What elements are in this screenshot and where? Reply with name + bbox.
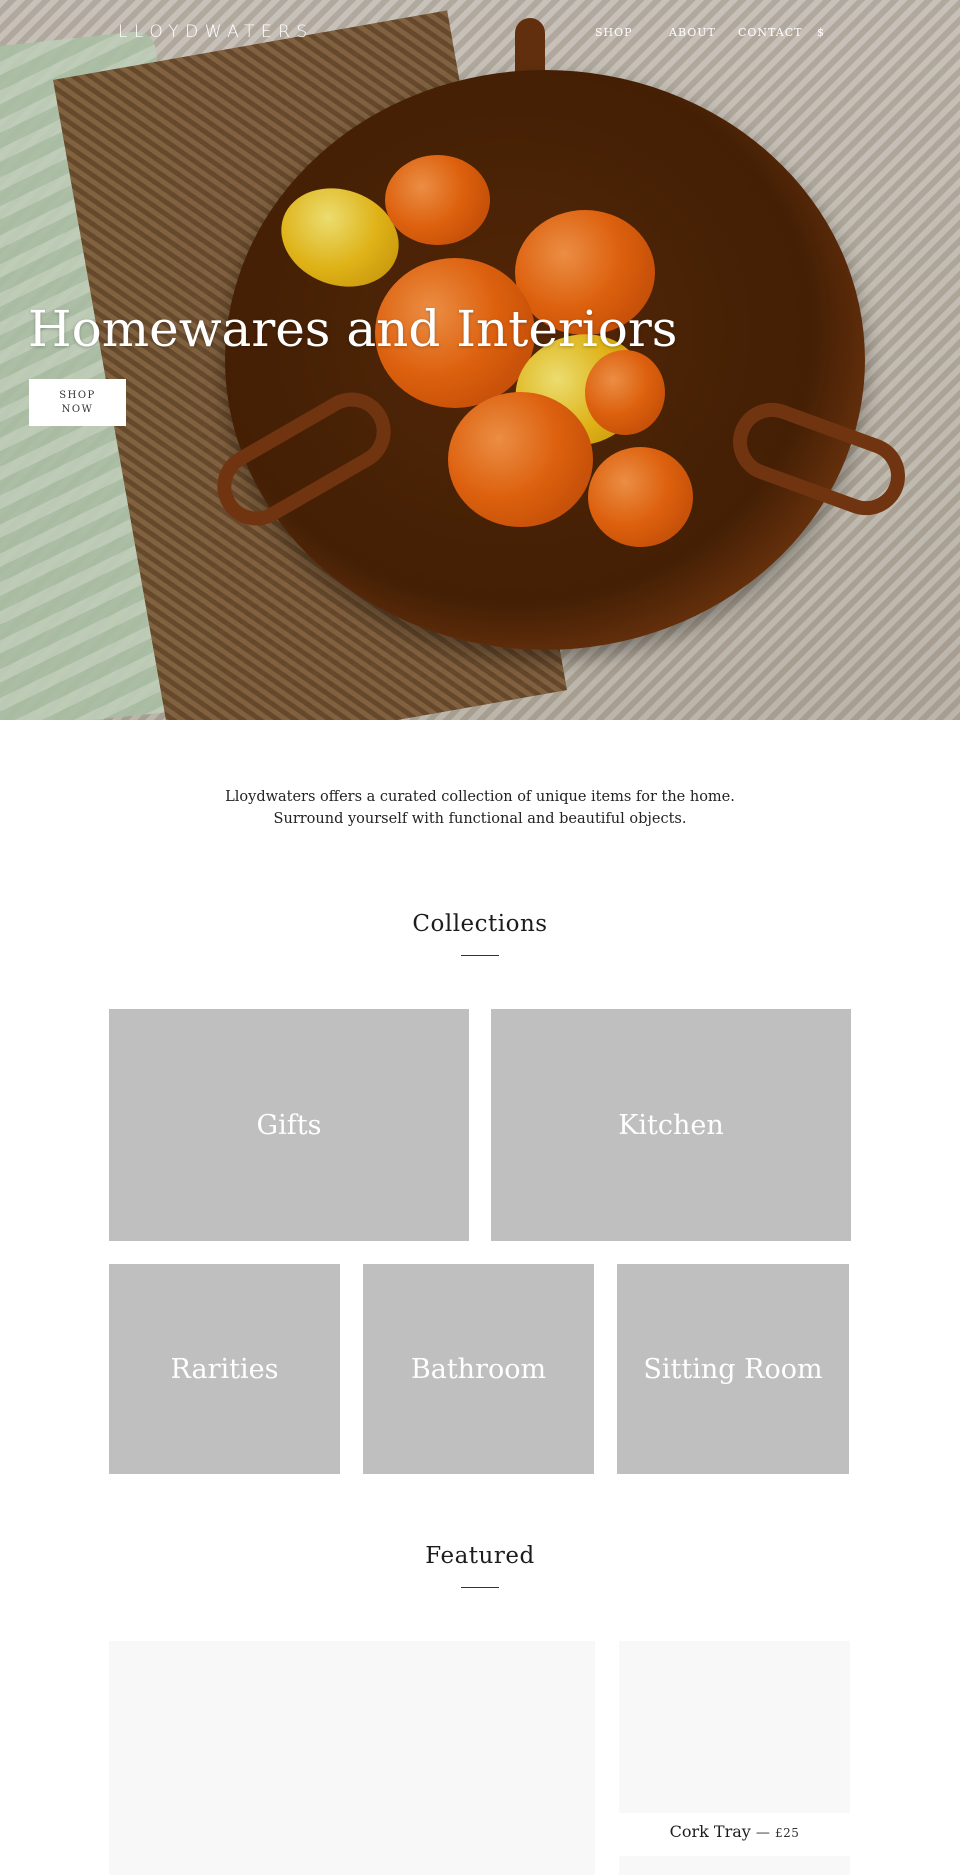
intro-line-1: Lloydwaters offers a curated collection … <box>225 789 735 805</box>
intro-text: Lloydwaters offers a curated collection … <box>0 786 960 830</box>
cart-icon[interactable]: $ <box>817 26 825 39</box>
featured-product-image-next[interactable] <box>619 1856 850 1875</box>
collection-tile-rarities[interactable]: Rarities <box>109 1264 340 1474</box>
shop-now-button[interactable]: SHOP NOW <box>29 379 126 426</box>
shop-now-label-line2: NOW <box>61 403 94 415</box>
hero-title: Homewares and Interiors <box>28 300 678 358</box>
nav-shop[interactable]: SHOP <box>595 26 633 39</box>
product-caption[interactable]: Cork Tray — £25 <box>619 1822 850 1841</box>
collection-tile-gifts[interactable]: Gifts <box>109 1009 469 1241</box>
nav-about[interactable]: ABOUT <box>669 26 716 39</box>
hero-overlay <box>0 0 960 720</box>
nav-contact[interactable]: CONTACT <box>738 26 803 39</box>
collections-heading: Collections <box>412 911 548 937</box>
collection-tile-sitting-room[interactable]: Sitting Room <box>617 1264 849 1474</box>
featured-product-image-large[interactable] <box>109 1641 595 1875</box>
site-logo[interactable]: LLOYDWATERS <box>118 22 314 42</box>
site-header: LLOYDWATERS SHOP ABOUT CONTACT $ <box>0 0 960 66</box>
collection-label: Rarities <box>170 1353 279 1385</box>
product-price: £25 <box>774 1826 800 1840</box>
featured-divider <box>461 1587 499 1588</box>
collection-label: Kitchen <box>618 1109 724 1141</box>
collection-tile-kitchen[interactable]: Kitchen <box>491 1009 851 1241</box>
collections-divider <box>461 955 499 956</box>
collection-label: Sitting Room <box>643 1353 823 1385</box>
intro-line-2: Surround yourself with functional and be… <box>273 811 687 827</box>
hero-banner: LLOYDWATERS SHOP ABOUT CONTACT $ Homewar… <box>0 0 960 720</box>
featured-product-image-cork-tray[interactable] <box>619 1641 850 1813</box>
collection-tile-bathroom[interactable]: Bathroom <box>363 1264 594 1474</box>
featured-heading: Featured <box>425 1543 535 1569</box>
shop-now-label-line1: SHOP <box>59 389 96 401</box>
product-separator: — <box>755 1825 770 1841</box>
collection-label: Gifts <box>256 1109 322 1141</box>
product-name[interactable]: Cork Tray <box>670 1822 751 1841</box>
collection-label: Bathroom <box>410 1353 547 1385</box>
